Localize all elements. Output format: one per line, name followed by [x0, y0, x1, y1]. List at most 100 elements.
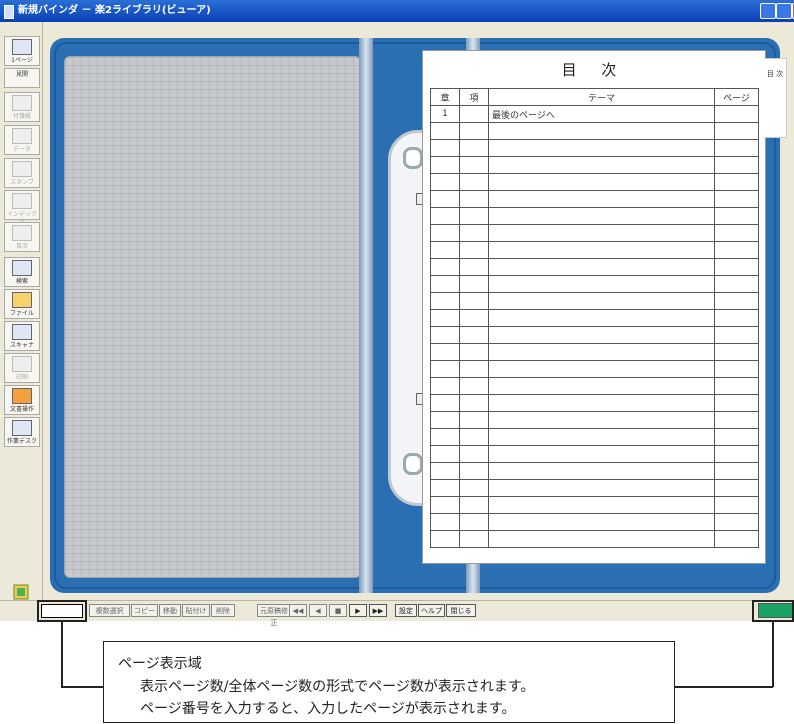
- toc-cell-empty: [459, 411, 489, 429]
- callout-title: ページ表示域: [118, 656, 202, 672]
- stop-button[interactable]: ■: [329, 604, 347, 617]
- toc-row-empty[interactable]: [430, 258, 759, 276]
- toc-cell-empty: [714, 360, 759, 378]
- toc-row-empty[interactable]: [430, 377, 759, 395]
- page-field-highlight: [37, 600, 87, 622]
- toc-cell-empty: [488, 122, 715, 140]
- toc-cell-empty: [430, 224, 460, 242]
- toc-header-row: 章 項 テーマ ページ: [430, 88, 759, 106]
- toc-cell-empty: [488, 530, 715, 548]
- toc-cell-empty: [488, 445, 715, 463]
- toc-row-empty[interactable]: [430, 326, 759, 344]
- paste-button[interactable]: 貼付け: [182, 604, 210, 617]
- annotation-callout: ページ表示域 表示ページ数/全体ページ数の形式でページ数が表示されます。 ページ…: [103, 641, 675, 723]
- toc-side-tab[interactable]: 目 次: [764, 58, 787, 138]
- toc-cell-empty: [430, 445, 460, 463]
- tool-label: 目次: [15, 243, 28, 250]
- scanner-icon: [12, 324, 32, 340]
- one-page-button[interactable]: 1ページ: [4, 36, 40, 66]
- toc-row-empty[interactable]: [430, 445, 759, 463]
- document-operation-button[interactable]: 文書操作: [4, 385, 40, 415]
- toc-row-empty[interactable]: [430, 122, 759, 140]
- toc-row-empty[interactable]: [430, 428, 759, 446]
- toc-cell-empty: [459, 173, 489, 191]
- toc-cell-empty: [459, 462, 489, 480]
- toc-cell-empty: [459, 377, 489, 395]
- toc-row-empty[interactable]: [430, 292, 759, 310]
- toc-row-empty[interactable]: [430, 190, 759, 208]
- toc-cell-empty: [488, 241, 715, 259]
- toc-row-empty[interactable]: [430, 224, 759, 242]
- move-button[interactable]: 移動: [159, 604, 181, 617]
- print-button[interactable]: 印刷: [4, 353, 40, 383]
- toc-cell-empty: [430, 207, 460, 225]
- last-page-button[interactable]: ▶▶: [369, 604, 387, 617]
- help-button[interactable]: ヘルプ: [418, 604, 445, 617]
- first-page-button[interactable]: ◀◀: [289, 604, 307, 617]
- toc-cell-empty: [488, 343, 715, 361]
- maximize-button[interactable]: [776, 3, 792, 19]
- tool-label: 検索: [15, 278, 28, 285]
- spread-button[interactable]: 見開: [4, 68, 40, 88]
- delete-button[interactable]: 削除: [211, 604, 235, 617]
- toc-row-empty[interactable]: [430, 173, 759, 191]
- minimize-button[interactable]: [760, 3, 776, 19]
- toc-cell-empty: [488, 156, 715, 174]
- toc-cell-empty: [714, 445, 759, 463]
- settings-button[interactable]: 設定: [395, 604, 417, 617]
- toc-cell-empty: [430, 139, 460, 157]
- toc-row-empty[interactable]: [430, 530, 759, 548]
- toc-row[interactable]: 1 最後のページへ: [430, 105, 759, 123]
- toc-cell-empty: [714, 496, 759, 514]
- toc-cell-section: [459, 105, 489, 123]
- left-page[interactable]: [64, 56, 361, 578]
- index-button[interactable]: インデックス: [4, 190, 40, 227]
- file-button[interactable]: ファイル: [4, 289, 40, 319]
- toc-row-empty[interactable]: [430, 275, 759, 293]
- toc-cell-chapter: 1: [430, 105, 460, 123]
- work-desk-button[interactable]: 作業デスク: [4, 417, 40, 447]
- toc-row-empty[interactable]: [430, 360, 759, 378]
- toc-row-empty[interactable]: [430, 462, 759, 480]
- sticky-note-button[interactable]: 付箋紙: [4, 92, 40, 122]
- index-icon: [12, 193, 32, 209]
- toc-cell-empty: [488, 173, 715, 191]
- toc-cell-empty: [714, 309, 759, 327]
- toc-cell-page: [714, 105, 759, 123]
- scanner-button[interactable]: スキャナ: [4, 321, 40, 351]
- toc-cell-empty: [488, 139, 715, 157]
- toc-row-empty[interactable]: [430, 343, 759, 361]
- toc-cell-empty: [459, 428, 489, 446]
- toc-cell-empty: [430, 309, 460, 327]
- close-binder-button[interactable]: 閉じる: [446, 604, 476, 617]
- binder-icon[interactable]: [12, 583, 32, 601]
- toc-cell-empty: [714, 479, 759, 497]
- toc-cell-theme[interactable]: 最後のページへ: [488, 105, 715, 123]
- toc-cell-empty: [714, 377, 759, 395]
- multi-select-button[interactable]: 複数選択: [89, 604, 130, 617]
- toc-button[interactable]: 目次: [4, 222, 40, 252]
- toc-row-empty[interactable]: [430, 241, 759, 259]
- copy-button[interactable]: コピー: [131, 604, 158, 617]
- toc-cell-empty: [714, 428, 759, 446]
- toc-row-empty[interactable]: [430, 139, 759, 157]
- prev-page-button[interactable]: ◀: [309, 604, 327, 617]
- toc-cell-empty: [430, 122, 460, 140]
- toc-row-empty[interactable]: [430, 309, 759, 327]
- data-button[interactable]: データ: [4, 125, 40, 155]
- search-button[interactable]: 検索: [4, 257, 40, 287]
- toc-cell-empty: [430, 292, 460, 310]
- edit-original-button[interactable]: 元原稿修正: [257, 604, 291, 627]
- toc-row-empty[interactable]: [430, 496, 759, 514]
- toc-row-empty[interactable]: [430, 513, 759, 531]
- toc-cell-empty: [488, 377, 715, 395]
- toc-page: 目 次 章 項 テーマ ページ 1 最後のページへ: [422, 50, 766, 564]
- toc-row-empty[interactable]: [430, 411, 759, 429]
- toc-row-empty[interactable]: [430, 479, 759, 497]
- toc-cell-empty: [714, 394, 759, 412]
- toc-row-empty[interactable]: [430, 394, 759, 412]
- stamp-button[interactable]: スタンプ: [4, 158, 40, 188]
- toc-row-empty[interactable]: [430, 156, 759, 174]
- next-page-button[interactable]: ▶: [349, 604, 367, 617]
- toc-row-empty[interactable]: [430, 207, 759, 225]
